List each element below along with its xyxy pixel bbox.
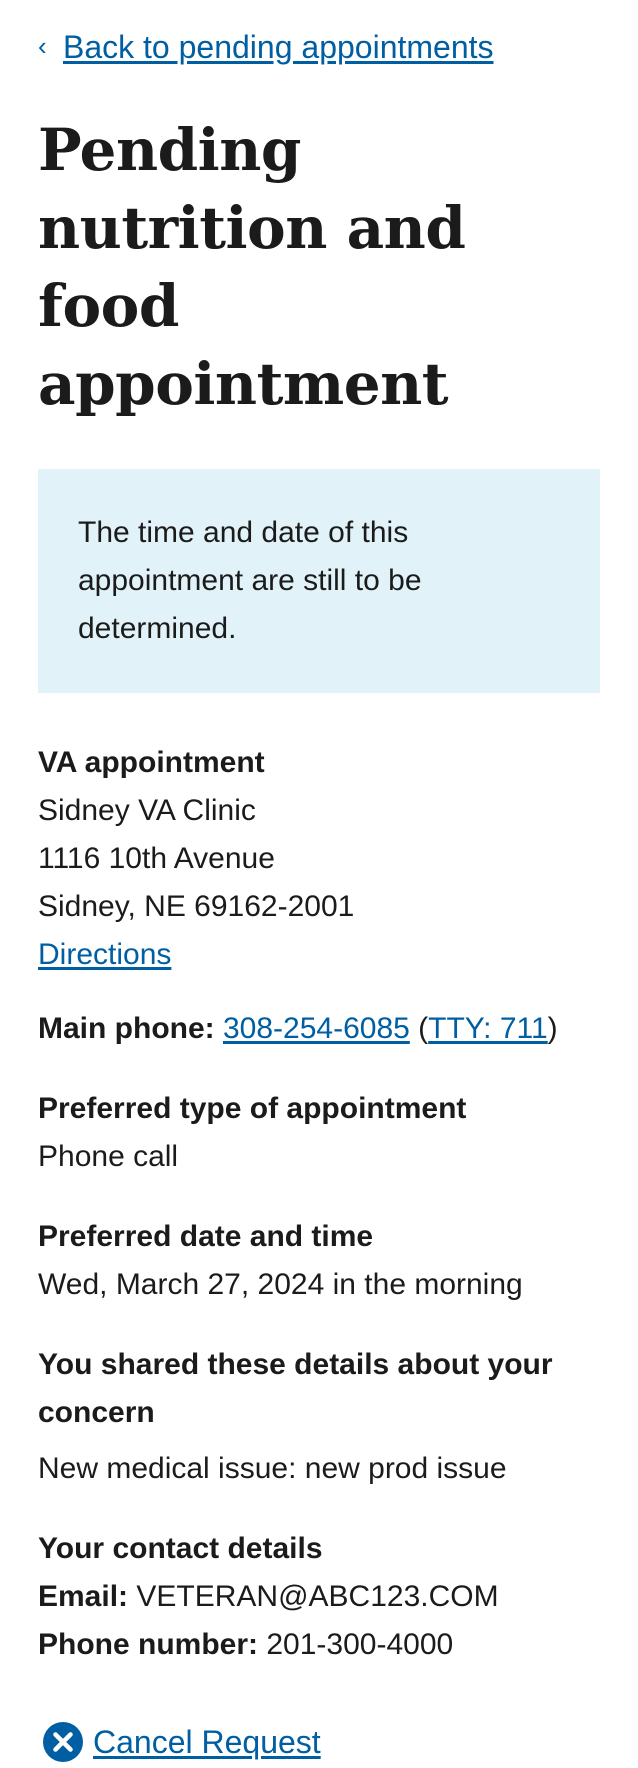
appointment-type-heading: Preferred type of appointment (38, 1092, 467, 1125)
facility-city-state-zip: Sidney, NE 69162-2001 (38, 890, 355, 923)
phone-number-label: Phone number: (38, 1628, 259, 1661)
contact-heading: Your contact details (38, 1532, 323, 1565)
main-phone-link[interactable]: 308-254-6085 (223, 1012, 410, 1045)
facility-section: VA appointment Sidney VA Clinic 1116 10t… (38, 739, 600, 979)
breadcrumb: ‹ Back to pending appointments (38, 0, 600, 67)
cancel-circle-icon[interactable] (42, 1721, 84, 1763)
concern-section: You shared these details about your conc… (38, 1341, 600, 1493)
page-title: Pending nutrition and food appointment (38, 116, 466, 418)
contact-email-row: Email: VETERAN@ABC123.COM (38, 1573, 600, 1621)
phone-number-value: 201-300-4000 (266, 1628, 454, 1661)
main-phone-label: Main phone: (38, 1012, 215, 1045)
tty-open-paren: ( (409, 1012, 429, 1045)
chevron-left-icon: ‹ (38, 31, 47, 61)
email-label: Email: (38, 1580, 129, 1613)
back-to-pending-link[interactable]: Back to pending appointments (63, 29, 494, 66)
facility-name: Sidney VA Clinic (38, 794, 256, 827)
tty-link[interactable]: TTY: 711 (428, 1012, 548, 1045)
page: ‹ Back to pending appointments Pending n… (0, 0, 638, 1763)
appointment-type-section: Preferred type of appointment Phone call (38, 1085, 600, 1181)
preferred-date-heading: Preferred date and time (38, 1220, 374, 1253)
concern-heading: You shared these details about your conc… (38, 1348, 553, 1429)
contact-phone-row: Phone number: 201-300-4000 (38, 1621, 600, 1669)
contact-section: Your contact details Email: VETERAN@ABC1… (38, 1525, 600, 1669)
concern-value: New medical issue: new prod issue (38, 1452, 507, 1485)
facility-heading: VA appointment (38, 746, 265, 779)
tty-close-paren: ) (547, 1012, 558, 1045)
email-value: VETERAN@ABC123.COM (136, 1580, 499, 1613)
alert-text: The time and date of this appointment ar… (78, 516, 422, 645)
main-phone-row: Main phone: 308-254-6085 (TTY: 711) (38, 1005, 600, 1053)
cancel-request-link[interactable]: Cancel Request (93, 1724, 321, 1761)
appointment-type-value: Phone call (38, 1140, 179, 1173)
preferred-date-section: Preferred date and time Wed, March 27, 2… (38, 1213, 600, 1309)
preferred-date-value: Wed, March 27, 2024 in the morning (38, 1268, 523, 1301)
info-alert: The time and date of this appointment ar… (38, 469, 600, 693)
cancel-request-action[interactable]: Cancel Request (38, 1721, 600, 1763)
facility-street: 1116 10th Avenue (38, 842, 275, 875)
directions-link[interactable]: Directions (38, 938, 171, 971)
